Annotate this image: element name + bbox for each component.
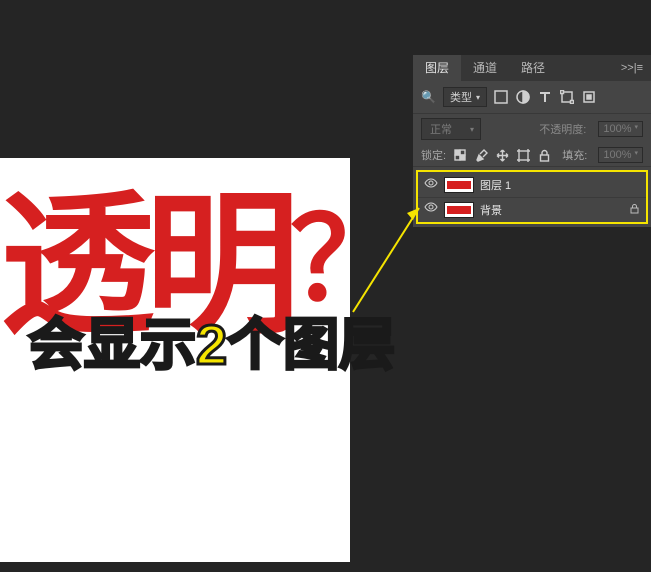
lock-row: 锁定: 填充: 100%▾	[413, 144, 651, 167]
tab-paths[interactable]: 路径	[509, 55, 557, 81]
chevron-down-icon: ▾	[476, 93, 480, 102]
lock-move-icon[interactable]	[495, 148, 509, 162]
opacity-label: 不透明度:	[539, 121, 586, 137]
chevron-down-icon: ▾	[634, 149, 638, 161]
layer-filter-row: 🔍 类型▾	[413, 81, 651, 114]
blend-mode-select[interactable]: 正常▾	[421, 118, 481, 140]
lock-icon	[629, 201, 640, 219]
chevron-down-icon: ▾	[634, 123, 638, 135]
opacity-value[interactable]: 100%▾	[598, 121, 643, 137]
layer-row[interactable]: 图层 1	[418, 173, 646, 197]
lock-all-icon[interactable]	[537, 148, 551, 162]
tab-layers[interactable]: 图层	[413, 55, 461, 81]
panel-menu-icon[interactable]: >>|≡	[613, 62, 651, 74]
lock-brush-icon[interactable]	[474, 148, 488, 162]
filter-pixel-icon[interactable]	[494, 90, 509, 105]
layer-name[interactable]: 背景	[480, 202, 502, 218]
visibility-icon[interactable]	[424, 200, 438, 219]
filter-smart-icon[interactable]	[582, 90, 597, 105]
panel-tabbar: 图层 通道 路径 >>|≡	[413, 55, 651, 81]
filter-type-select[interactable]: 类型▾	[443, 87, 487, 107]
layers-panel: 图层 通道 路径 >>|≡ 🔍 类型▾ 正常▾ 不透明度: 100%▾ 锁定: …	[413, 55, 651, 227]
tab-channels[interactable]: 通道	[461, 55, 509, 81]
filter-adjust-icon[interactable]	[516, 90, 531, 105]
fill-value[interactable]: 100%▾	[598, 147, 643, 163]
filter-shape-icon[interactable]	[560, 90, 575, 105]
visibility-icon[interactable]	[424, 176, 438, 195]
blend-mode-row: 正常▾ 不透明度: 100%▾	[413, 114, 651, 144]
lock-artboard-icon[interactable]	[516, 148, 530, 162]
layer-row[interactable]: 背景	[418, 197, 646, 221]
search-icon[interactable]: 🔍	[421, 90, 436, 104]
lock-transparent-icon[interactable]	[453, 148, 467, 162]
layer-name[interactable]: 图层 1	[480, 177, 511, 193]
fill-label: 填充:	[562, 147, 587, 163]
annotation-text: 会显示2个图层	[28, 300, 395, 381]
lock-label: 锁定:	[421, 147, 446, 163]
chevron-down-icon: ▾	[470, 125, 474, 134]
layer-thumbnail[interactable]	[444, 177, 474, 193]
layer-thumbnail[interactable]	[444, 202, 474, 218]
layers-highlight-box: 图层 1 背景	[416, 170, 648, 224]
filter-type-icon[interactable]	[538, 90, 553, 105]
